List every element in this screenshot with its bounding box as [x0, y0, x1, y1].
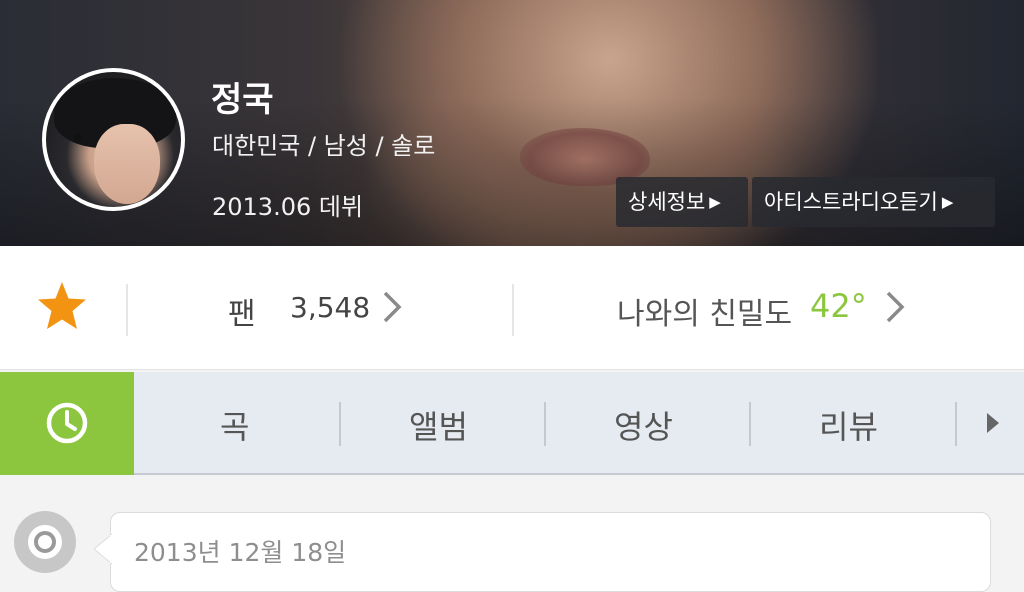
fan-label[interactable]: 팬 — [228, 289, 256, 333]
clock-icon — [46, 402, 88, 444]
play-arrow-icon: ▶ — [941, 193, 954, 211]
play-arrow-icon: ▶ — [709, 193, 721, 211]
artist-avatar[interactable] — [42, 68, 185, 211]
tab-videos[interactable]: 영상 — [614, 402, 673, 448]
divider — [544, 402, 546, 446]
artist-radio-label: 아티스트라디오듣기 — [764, 190, 938, 214]
chevron-right-icon[interactable] — [381, 287, 403, 327]
timeline-marker-icon — [14, 511, 76, 573]
divider — [512, 284, 514, 336]
detail-info-label: 상세정보 — [628, 190, 706, 214]
tab-scroll-right-icon[interactable] — [986, 412, 1000, 434]
artist-name: 정국 — [211, 80, 274, 120]
divider — [749, 402, 751, 446]
tab-songs[interactable]: 곡 — [220, 402, 249, 448]
divider — [126, 284, 128, 336]
intimacy-value[interactable]: 42° — [810, 287, 867, 325]
artist-radio-button[interactable]: 아티스트라디오듣기 ▶ — [752, 177, 995, 227]
intimacy-label[interactable]: 나와의 친밀도 — [617, 289, 792, 333]
artist-debut: 2013.06 데뷔 — [212, 193, 364, 221]
artist-meta: 대한민국 / 남성 / 솔로 — [212, 132, 436, 160]
tab-reviews[interactable]: 리뷰 — [819, 402, 878, 448]
detail-info-button[interactable]: 상세정보 ▶ — [616, 177, 748, 227]
fan-count[interactable]: 3,548 — [290, 291, 370, 324]
card-pointer — [94, 534, 112, 564]
divider — [955, 402, 957, 446]
divider — [339, 402, 341, 446]
tab-albums[interactable]: 앨범 — [409, 402, 468, 448]
star-icon[interactable] — [36, 280, 88, 332]
timeline-date: 2013년 12월 18일 — [134, 538, 347, 567]
chevron-right-icon[interactable] — [884, 287, 906, 327]
